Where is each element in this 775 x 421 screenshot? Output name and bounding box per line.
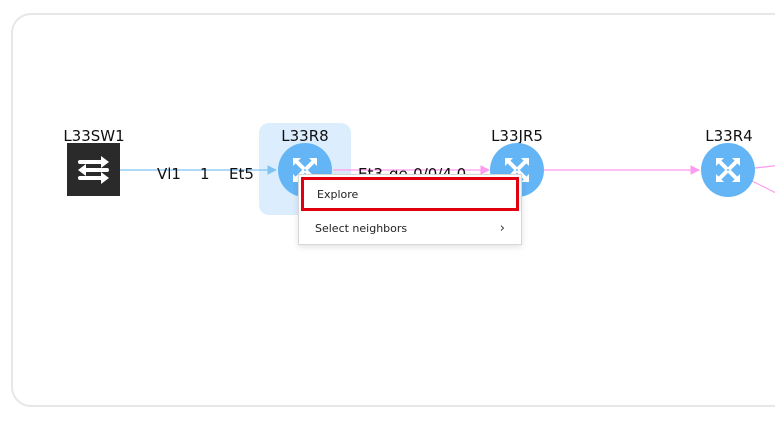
topology-canvas[interactable]: L33SW1 L33R8 L33JR5 L33R4 Vl1 1 Et5 Expl… <box>0 0 775 421</box>
explore-label: Explore <box>317 187 359 201</box>
switch-node-l33sw1[interactable] <box>67 143 120 196</box>
edge-label-vl1: Vl1 <box>157 165 181 183</box>
router-node-l33r4[interactable] <box>701 143 755 197</box>
switch-icon <box>78 156 109 184</box>
link-l33r4-offscreen-down[interactable] <box>751 180 775 205</box>
link-l33r4-offscreen-right[interactable] <box>754 163 775 169</box>
select-neighbors-menu-item[interactable]: Select neighbors › <box>299 211 521 245</box>
chevron-right-icon: › <box>499 220 505 236</box>
router-icon <box>716 158 740 182</box>
node-context-menu: Explore Select neighbors › <box>298 174 522 245</box>
edge-label-middle: 1 <box>200 165 210 183</box>
edge-label-et5: Et5 <box>229 165 254 183</box>
explore-menu-item[interactable]: Explore <box>301 177 519 211</box>
select-neighbors-label: Select neighbors <box>315 221 408 235</box>
